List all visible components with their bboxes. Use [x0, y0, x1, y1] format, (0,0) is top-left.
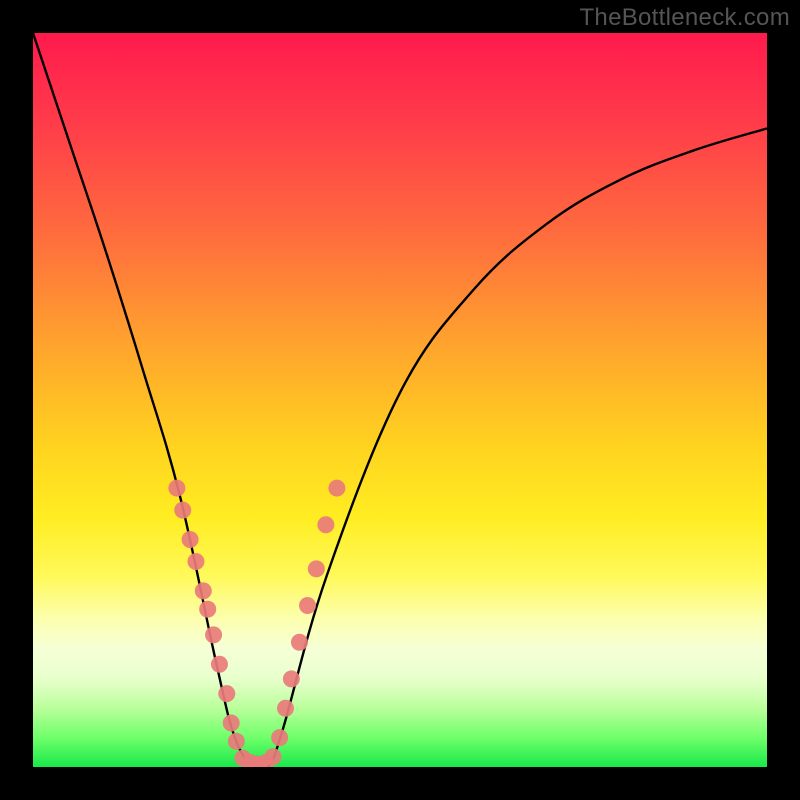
data-point — [328, 480, 345, 497]
curve-path — [33, 33, 767, 767]
data-point — [283, 670, 300, 687]
scatter-markers — [168, 480, 345, 767]
bottleneck-curve — [33, 33, 767, 767]
data-point — [218, 685, 235, 702]
data-point — [291, 634, 308, 651]
data-point — [265, 748, 282, 765]
watermark-text: TheBottleneck.com — [579, 4, 790, 32]
data-point — [277, 700, 294, 717]
data-point — [168, 480, 185, 497]
data-point — [317, 516, 334, 533]
data-point — [195, 582, 212, 599]
data-point — [211, 656, 228, 673]
chart-frame: TheBottleneck.com — [0, 0, 800, 800]
data-point — [199, 601, 216, 618]
data-point — [299, 597, 316, 614]
data-point — [205, 626, 222, 643]
data-point — [187, 553, 204, 570]
data-point — [271, 729, 288, 746]
curve-layer — [33, 33, 767, 767]
data-point — [223, 714, 240, 731]
data-point — [174, 502, 191, 519]
data-point — [308, 560, 325, 577]
plot-area — [33, 33, 767, 767]
data-point — [182, 531, 199, 548]
data-point — [228, 733, 245, 750]
